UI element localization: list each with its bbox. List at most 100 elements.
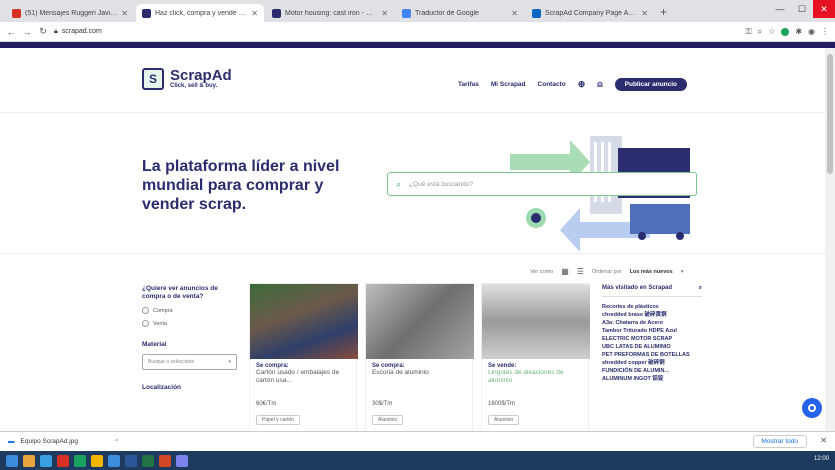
most-visited-item[interactable]: chredded brass 破碎黄铜 — [602, 311, 702, 319]
hero-section: La plataforma líder a nivel mundial para… — [0, 114, 825, 254]
order-select[interactable]: Los más nuevos — [630, 269, 673, 275]
search-icon[interactable]: ⌕ — [699, 285, 702, 292]
taskbar-app-icon[interactable] — [40, 454, 52, 467]
publish-ad-button[interactable]: Publicar anuncio — [614, 78, 688, 91]
download-item[interactable]: ▬ Equipo ScrapAd.jpg ⌃ — [8, 438, 119, 446]
address-bar: ← → ↻ 🔒︎ scrapad.com ⚿ ⌕ ☆ ✱ ◉ ⋮ — [0, 22, 835, 42]
download-filename: Equipo ScrapAd.jpg — [20, 438, 78, 445]
most-visited-item[interactable]: Tambor Triturado HDPE Azul — [602, 327, 702, 335]
globe-icon[interactable]: ⊕ — [578, 79, 586, 90]
window-close-icon[interactable]: ✕ — [813, 0, 835, 18]
puzzle-icon[interactable]: ✱ — [795, 27, 802, 36]
forward-icon[interactable]: → — [22, 27, 32, 37]
close-icon[interactable]: ✕ — [820, 436, 827, 445]
listing-image — [250, 284, 358, 359]
show-all-button[interactable]: Mostrar todo — [752, 435, 807, 448]
radio-compra[interactable]: Compra — [142, 307, 237, 314]
taskbar-app-icon[interactable] — [74, 454, 86, 467]
taskbar-app-icon[interactable] — [125, 454, 137, 467]
browser-tab-active[interactable]: Haz click, compra y vende chatarra ✕ — [136, 4, 264, 22]
most-visited-item[interactable]: FUNDICIÓN DE ALUMIN... — [602, 367, 702, 375]
most-visited-panel: Más visitado en Scrapad ⌕ Recortes de plá… — [602, 285, 702, 383]
listing-price: 60€/Tm — [256, 401, 277, 407]
page-scrollbar[interactable] — [825, 48, 835, 431]
most-visited-item[interactable]: A3a: Chatarra de Acero — [602, 319, 702, 327]
browser-tab[interactable]: ScrapAd Company Page Admin ✕ — [526, 4, 654, 22]
listing-description: Lingotes de aleaciones de aluminio — [488, 369, 564, 384]
listing-card[interactable]: Se compra: Escoria de aluminio 30$/Tm Al… — [365, 283, 474, 431]
listing-description: Cartón usado / embalajes de cartón usa..… — [256, 369, 340, 384]
listing-price: 30$/Tm — [372, 401, 393, 407]
url-field[interactable]: 🔒︎ scrapad.com — [54, 25, 740, 39]
listing-cards: Se compra: Cartón usado / embalajes de c… — [249, 283, 590, 431]
browser-tab[interactable]: Motor housing: cast iron - Scrap ✕ — [266, 4, 394, 22]
maximize-icon[interactable]: ☐ — [791, 0, 813, 18]
chat-button[interactable] — [802, 398, 822, 418]
taskbar-app-icon[interactable] — [23, 454, 35, 467]
chevron-down-icon[interactable]: ▾ — [681, 269, 684, 275]
back-icon[interactable]: ← — [6, 27, 16, 37]
extension-icon[interactable] — [781, 27, 790, 36]
most-visited-item[interactable]: UBC LATAS DE ALUMINIO — [602, 343, 702, 351]
taskbar-app-icon[interactable] — [142, 454, 154, 467]
close-icon[interactable]: ✕ — [381, 9, 388, 18]
close-icon[interactable]: ✕ — [251, 9, 258, 18]
listing-card[interactable]: Se vende: Lingotes de aleaciones de alum… — [481, 283, 590, 431]
url-text: scrapad.com — [61, 28, 102, 35]
listing-card[interactable]: Se compra: Cartón usado / embalajes de c… — [249, 283, 358, 431]
profile-icon[interactable]: ◉ — [808, 27, 815, 36]
radio-circle[interactable] — [142, 307, 149, 314]
new-tab-button[interactable]: + — [660, 5, 667, 22]
close-icon[interactable]: ✕ — [641, 9, 648, 18]
tab-title: Traductor de Google — [415, 9, 479, 17]
chevron-up-icon[interactable]: ⌃ — [114, 438, 119, 446]
material-select[interactable]: Busque o seleccione ▾ — [142, 354, 237, 370]
radio-circle[interactable] — [142, 320, 149, 327]
hero-title: La plataforma líder a nivel mundial para… — [142, 158, 340, 213]
reload-icon[interactable]: ↻ — [38, 26, 48, 37]
listing-description: Escoria de aluminio — [372, 369, 429, 376]
grid-view-icon[interactable]: ▦ — [561, 267, 569, 276]
nav-tarifas[interactable]: Tarifas — [458, 81, 479, 88]
scrollbar-thumb[interactable] — [827, 54, 833, 174]
browser-tab[interactable]: Traductor de Google ✕ — [396, 4, 524, 22]
search-input[interactable]: ⌕ ¿Qué está buscando? — [387, 172, 697, 196]
most-visited-item[interactable]: shredded copper 破碎铜 — [602, 359, 702, 367]
chevron-down-icon: ▾ — [228, 359, 231, 365]
most-visited-item[interactable]: ELECTRIC MOTOR SCRAP — [602, 335, 702, 343]
close-icon[interactable]: ✕ — [121, 9, 128, 18]
star-icon[interactable]: ☆ — [768, 27, 775, 36]
site-header: S ScrapAd Click, sell & buy. Tarifas Mi … — [0, 48, 825, 113]
listing-tag[interactable]: Aluminio — [372, 415, 404, 425]
zoom-icon[interactable]: ⌕ — [758, 27, 762, 37]
tab-title: Motor housing: cast iron - Scrap — [285, 9, 378, 17]
system-clock[interactable]: 12:00 — [814, 456, 829, 462]
scrapad-logo[interactable]: S ScrapAd Click, sell & buy. — [142, 68, 232, 90]
menu-icon[interactable]: ⋮ — [821, 27, 829, 36]
close-icon[interactable]: ✕ — [511, 9, 518, 18]
taskbar-app-icon[interactable] — [57, 454, 69, 467]
listing-image — [366, 284, 474, 359]
listing-tag[interactable]: Aluminio — [488, 415, 520, 425]
key-icon[interactable]: ⚿ — [746, 27, 752, 37]
taskbar-app-icon[interactable] — [91, 454, 103, 467]
tab-favicon — [12, 8, 21, 18]
user-icon[interactable]: ⍝ — [597, 79, 602, 90]
tab-favicon — [142, 8, 151, 18]
minimize-icon[interactable]: — — [769, 0, 791, 18]
most-visited-item[interactable]: PET PREFORMAS DE BOTELLAS — [602, 351, 702, 359]
taskbar-app-icon[interactable] — [176, 454, 188, 467]
most-visited-item[interactable]: Recortes de plásticos — [602, 303, 702, 311]
browser-tab[interactable]: (51) Mensajes Ruggeri Javier - X ✕ — [6, 4, 134, 22]
listing-tag[interactable]: Papel y cartón — [256, 415, 300, 425]
start-icon[interactable] — [6, 454, 18, 467]
nav-mi-scrapad[interactable]: Mi Scrapad — [491, 81, 526, 88]
radio-venta[interactable]: Venta — [142, 320, 237, 327]
filter-question: ¿Quiere ver anuncios de compra o de vent… — [142, 285, 218, 300]
order-label: Ordenar por — [591, 268, 622, 275]
most-visited-item[interactable]: ALUMINUM INGOT 铝锭 — [602, 375, 702, 383]
taskbar-app-icon[interactable] — [159, 454, 171, 467]
nav-contacto[interactable]: Contacto — [538, 81, 566, 88]
taskbar-app-icon[interactable] — [108, 454, 120, 467]
list-view-icon[interactable]: ☰ — [577, 267, 584, 276]
